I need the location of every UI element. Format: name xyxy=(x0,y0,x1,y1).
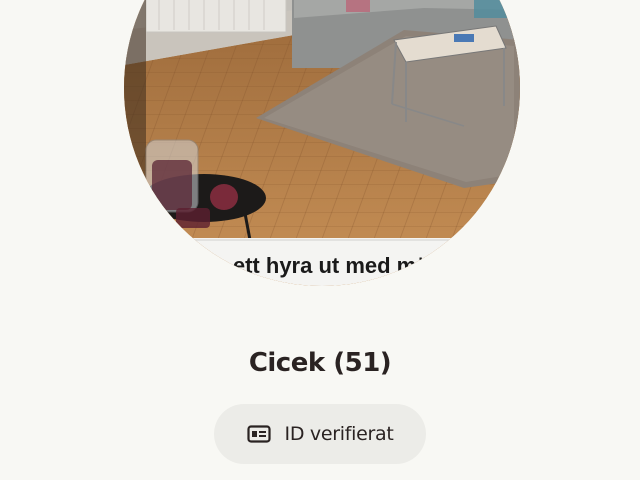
profile-age: (51) xyxy=(333,348,392,378)
profile-photo[interactable]: ett hyra ut med möb xyxy=(124,0,520,286)
id-card-icon xyxy=(246,425,271,443)
photo-caption: ett hyra ut med möb xyxy=(233,253,443,278)
id-verified-badge[interactable]: ID verifierat xyxy=(214,404,426,464)
profile-first-name: Cicek xyxy=(248,348,325,378)
profile-page: ett hyra ut med möb Cicek (51) ID verifi… xyxy=(0,0,640,480)
profile-name: Cicek (51) xyxy=(0,348,640,378)
living-room-photo: ett hyra ut med möb xyxy=(124,0,520,286)
id-verified-label: ID verifierat xyxy=(284,423,394,445)
